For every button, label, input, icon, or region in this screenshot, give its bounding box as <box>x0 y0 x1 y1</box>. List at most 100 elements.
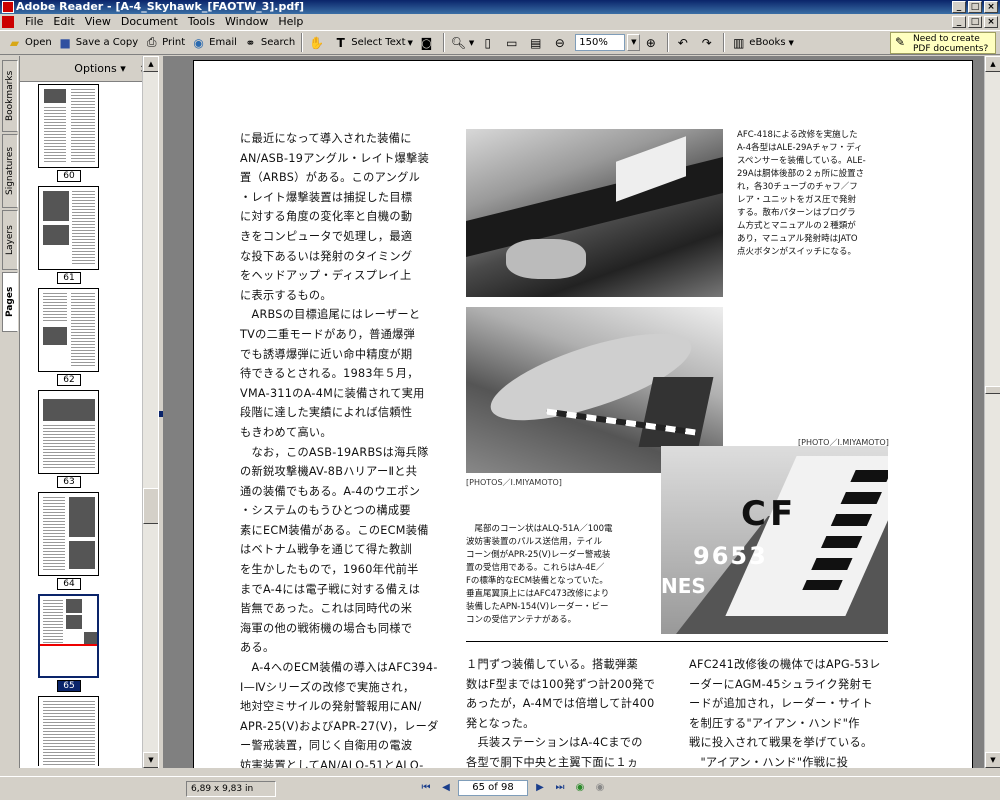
email-button[interactable]: ◉ Email <box>188 32 240 53</box>
body-text-column-3: AFC241改修後の機体ではAPG-53レ ーダーにAGM-45シュライク発射モ… <box>689 658 881 768</box>
previous-page-icon[interactable]: ◀ <box>438 780 454 796</box>
title-bar: Adobe Reader - [A-4_Skyhawk_[FAOTW_3].pd… <box>0 0 1000 14</box>
printer-icon: ⎙ <box>146 35 157 49</box>
thumbnail-page-number[interactable]: 65 <box>57 680 81 692</box>
horizontal-scrollbar[interactable] <box>163 768 1000 776</box>
ebooks-button[interactable]: ▥ eBooks ▼ <box>728 32 797 53</box>
document-view: に最近になって導入された装備に AN/ASB-19アングル・レイト爆撃装 置（A… <box>163 56 1000 768</box>
previous-view-icon[interactable]: ◉ <box>572 780 588 796</box>
fit-width-icon: ▤ <box>530 35 542 50</box>
zoom-field[interactable]: 150% <box>575 34 626 51</box>
scroll-down-button[interactable]: ▼ <box>143 752 159 768</box>
rotate-left-icon: ↶ <box>677 35 688 50</box>
section-divider <box>466 641 888 642</box>
document-scrollbar[interactable]: ▲ ▼ <box>984 56 1000 768</box>
thumbnail-page-number[interactable]: 60 <box>57 170 81 182</box>
adobe-reader-icon <box>2 1 14 13</box>
page-number-field[interactable]: 65 of 98 <box>458 780 528 796</box>
snapshot-button[interactable]: ◙ <box>416 32 440 53</box>
window-title: Adobe Reader - [A-4_Skyhawk_[FAOTW_3].pd… <box>16 0 305 13</box>
scroll-thumb[interactable] <box>143 488 159 524</box>
open-button[interactable]: ▰ Open <box>4 32 55 53</box>
menu-window[interactable]: Window <box>220 14 273 30</box>
maximize-button[interactable]: □ <box>968 1 982 13</box>
print-button[interactable]: ⎙ Print <box>141 32 188 53</box>
scroll-thumb[interactable] <box>985 386 1000 394</box>
visible-area-indicator[interactable] <box>40 644 97 646</box>
menu-bar: File Edit View Document Tools Window Hel… <box>0 14 1000 30</box>
options-menu[interactable]: Options ▾ <box>74 62 125 75</box>
next-view-icon[interactable]: ◉ <box>592 780 608 796</box>
thumbnail-page-number[interactable]: 62 <box>57 374 81 386</box>
page-thumbnail[interactable] <box>38 186 99 270</box>
page-navigation: ⏮ ◀ 65 of 98 ▶ ⏭ ◉ ◉ <box>418 780 608 796</box>
binoculars-icon: ⚭ <box>245 35 256 50</box>
document-icon[interactable] <box>2 16 14 28</box>
doc-minimize-button[interactable]: _ <box>952 16 966 28</box>
thumbnail-page-number[interactable]: 63 <box>57 476 81 488</box>
first-page-icon[interactable]: ⏮ <box>418 780 434 796</box>
minimize-button[interactable]: _ <box>952 1 966 13</box>
camera-icon: ◙ <box>420 35 433 50</box>
caption-ecm-antenna: 尾部のコーン状はALQ-51A／100電 波妨害装置のパルス送信用，テイル コー… <box>466 524 613 625</box>
save-copy-button[interactable]: ■ Save a Copy <box>55 32 141 53</box>
tab-pages[interactable]: Pages <box>2 272 18 332</box>
scroll-up-button[interactable]: ▲ <box>143 56 159 72</box>
page-thumbnail-selected[interactable] <box>38 594 99 678</box>
toolbar-separator <box>301 33 304 52</box>
body-text-column-2: １門ずつ装備している。搭載弾薬 数はF型までは100発ずつ計200発で あったが… <box>466 658 656 768</box>
scroll-down-button[interactable]: ▼ <box>985 752 1000 768</box>
menu-help[interactable]: Help <box>273 14 308 30</box>
menu-edit[interactable]: Edit <box>48 14 79 30</box>
page-thumbnail[interactable] <box>38 84 99 168</box>
tail-code-text: CF <box>741 494 798 534</box>
tail-number-text: 9653 <box>693 542 768 570</box>
pdf-icon: ✎ <box>895 35 906 49</box>
select-text-button[interactable]: T Select Text ▼ <box>330 32 416 53</box>
chevron-down-icon[interactable]: ▼ <box>408 39 413 47</box>
search-button[interactable]: ⚭ Search <box>240 32 298 53</box>
menu-document[interactable]: Document <box>116 14 183 30</box>
fit-page-button[interactable]: ▭ <box>501 32 525 53</box>
menu-file[interactable]: File <box>20 14 48 30</box>
close-button[interactable]: × <box>984 1 998 13</box>
doc-close-button[interactable]: × <box>984 16 998 28</box>
thumbnail-page-number[interactable]: 61 <box>57 272 81 284</box>
toolbar: ▰ Open ■ Save a Copy ⎙ Print ◉ Email ⚭ Search… <box>0 30 1000 55</box>
zoom-tool-button[interactable]: 🔍︎ ▼ <box>448 32 477 53</box>
panel-header: Options ▾ × <box>20 56 157 82</box>
fit-width-button[interactable]: ▤ <box>525 32 549 53</box>
zoom-dropdown[interactable]: ▼ <box>627 34 641 51</box>
tab-bookmarks[interactable]: Bookmarks <box>2 60 18 132</box>
thumbnail-scrollbar[interactable]: ▲ ▼ <box>142 56 159 768</box>
next-page-icon[interactable]: ▶ <box>532 780 548 796</box>
folder-icon: ▰ <box>9 35 20 50</box>
chevron-down-icon[interactable]: ▼ <box>469 39 474 47</box>
hand-tool-button[interactable]: ✋ <box>306 32 330 53</box>
rotate-right-icon: ↷ <box>701 35 712 50</box>
page-thumbnail[interactable] <box>38 390 99 474</box>
chevron-down-icon[interactable]: ▼ <box>789 39 794 47</box>
tail-side-text: NES <box>661 574 706 598</box>
rotate-cw-button[interactable]: ↷ <box>696 32 720 53</box>
plus-icon: ⊕ <box>645 35 656 50</box>
create-pdf-promo-button[interactable]: ✎ Need to create PDF documents? <box>890 32 996 54</box>
tab-signatures[interactable]: Signatures <box>2 134 18 208</box>
doc-restore-button[interactable]: □ <box>968 16 982 28</box>
zoom-in-button[interactable]: ⊕ <box>640 32 664 53</box>
page-thumbnail[interactable] <box>38 288 99 372</box>
menu-view[interactable]: View <box>80 14 116 30</box>
body-text-column-1: に最近になって導入された装備に AN/ASB-19アングル・レイト爆撃装 置（A… <box>240 132 439 768</box>
menu-tools[interactable]: Tools <box>183 14 220 30</box>
actual-size-button[interactable]: ▯ <box>477 32 501 53</box>
thumbnail-page-number[interactable]: 64 <box>57 578 81 590</box>
ebooks-icon: ▥ <box>733 35 745 50</box>
last-page-icon[interactable]: ⏭ <box>552 780 568 796</box>
page-thumbnail[interactable] <box>38 492 99 576</box>
page-thumbnail[interactable] <box>38 696 99 766</box>
thumbnail-list: 60 61 62 63 64 65 <box>20 82 142 766</box>
rotate-ccw-button[interactable]: ↶ <box>672 32 696 53</box>
zoom-out-button[interactable]: ⊖ <box>549 32 573 53</box>
scroll-up-button[interactable]: ▲ <box>985 56 1000 72</box>
tab-layers[interactable]: Layers <box>2 210 18 270</box>
